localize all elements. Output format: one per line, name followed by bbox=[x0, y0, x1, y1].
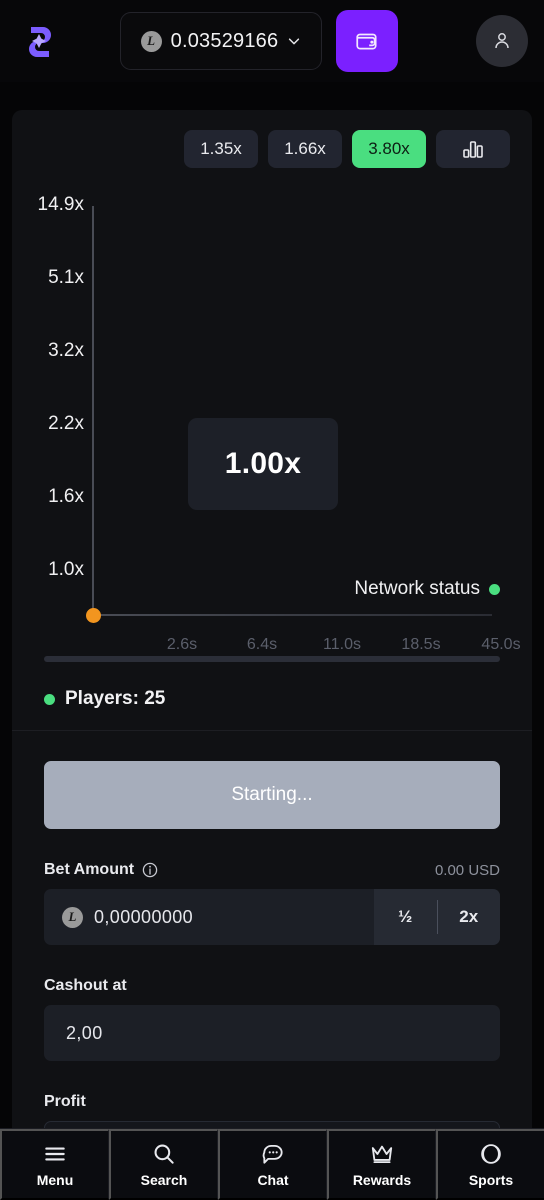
top-bar: L 0.03529166 bbox=[0, 0, 544, 82]
players-indicator-icon bbox=[44, 693, 55, 705]
chevron-down-icon bbox=[289, 38, 300, 45]
bet-form: Starting... Bet Amount 0.00 USD L 0,0000… bbox=[12, 731, 532, 1177]
y-axis-tick-4: 1.6x bbox=[48, 486, 84, 507]
sports-ball-icon bbox=[481, 1144, 501, 1164]
bet-amount-input[interactable]: L 0,00000000 bbox=[44, 889, 374, 945]
network-status: Network status bbox=[354, 578, 500, 600]
crown-icon bbox=[371, 1145, 393, 1164]
cashout-label: Cashout at bbox=[44, 977, 127, 994]
cashout-input[interactable]: 2,00 bbox=[44, 1005, 500, 1061]
game-panel: 1.35x 1.66x 3.80x 14.9x 5.1x 3.2x 2.2x 1… bbox=[12, 110, 532, 730]
cashout-label-row: Cashout at bbox=[44, 977, 500, 995]
stake-s-logo-icon[interactable] bbox=[16, 18, 62, 64]
chat-bubble-icon bbox=[262, 1144, 283, 1164]
litecoin-icon: L bbox=[140, 30, 162, 52]
balance-amount: 0.03529166 bbox=[170, 29, 279, 52]
chart-x-axis bbox=[92, 614, 492, 616]
nav-label-rewards: Rewards bbox=[352, 1172, 412, 1188]
multiplier-chip-3[interactable]: 3.80x bbox=[352, 130, 426, 168]
current-multiplier-display: 1.00x bbox=[188, 418, 338, 510]
bet-amount-label-row: Bet Amount 0.00 USD bbox=[44, 861, 500, 879]
nav-item-search[interactable]: Search bbox=[109, 1129, 218, 1200]
chart-current-point bbox=[86, 608, 101, 623]
profit-label: Profit bbox=[44, 1093, 86, 1110]
network-status-indicator-icon bbox=[489, 583, 500, 595]
bar-chart-icon bbox=[463, 141, 483, 158]
double-bet-button[interactable]: 2x bbox=[438, 889, 501, 945]
x-axis-tick-1: 6.4s bbox=[246, 636, 278, 653]
litecoin-icon: L bbox=[62, 906, 83, 928]
x-axis-tick-3: 18.5s bbox=[401, 636, 441, 653]
y-axis-tick-0: 14.9x bbox=[37, 194, 84, 215]
multiplier-chip-1[interactable]: 1.35x bbox=[184, 130, 258, 168]
x-axis-tick-2: 11.0s bbox=[323, 636, 361, 653]
hamburger-menu-icon bbox=[45, 1147, 65, 1161]
y-axis-tick-1: 5.1x bbox=[48, 267, 84, 288]
bet-amount-value: 0,00000000 bbox=[94, 906, 194, 927]
search-icon bbox=[154, 1144, 174, 1164]
start-bet-button[interactable]: Starting... bbox=[44, 761, 500, 829]
info-icon[interactable] bbox=[142, 862, 158, 878]
current-multiplier-value: 1.00x bbox=[224, 447, 302, 480]
avatar[interactable] bbox=[476, 15, 528, 67]
multiplier-chip-2[interactable]: 1.66x bbox=[268, 130, 342, 168]
round-progress-bar bbox=[44, 656, 500, 662]
crash-chart: 14.9x 5.1x 3.2x 2.2x 1.6x 1.0x 1.00x Net… bbox=[12, 188, 532, 658]
user-avatar-icon bbox=[495, 33, 509, 49]
nav-item-menu[interactable]: Menu bbox=[0, 1129, 109, 1200]
nav-label-search: Search bbox=[140, 1172, 188, 1188]
bottom-navigation: Menu Search Chat Rewards Sports bbox=[0, 1128, 544, 1200]
players-status: Players: 25 bbox=[44, 688, 165, 710]
halve-bet-button[interactable]: ½ bbox=[374, 889, 437, 945]
y-axis-tick-2: 3.2x bbox=[48, 340, 84, 361]
bet-amount-label: Bet Amount bbox=[44, 861, 135, 878]
bet-amount-label-group: Bet Amount bbox=[44, 861, 158, 879]
wallet-icon bbox=[356, 33, 377, 50]
profit-label-row: Profit bbox=[44, 1093, 500, 1111]
wallet-button[interactable] bbox=[336, 10, 398, 72]
players-count-label: Players: 25 bbox=[65, 688, 166, 709]
nav-item-chat[interactable]: Chat bbox=[218, 1129, 327, 1200]
balance-selector[interactable]: L 0.03529166 bbox=[120, 12, 322, 70]
x-axis-tick-0: 2.6s bbox=[166, 636, 198, 653]
chart-y-axis bbox=[92, 206, 94, 616]
nav-label-menu: Menu bbox=[36, 1172, 74, 1188]
x-axis-tick-4: 45.0s bbox=[481, 636, 521, 653]
cashout-value: 2,00 bbox=[66, 1022, 103, 1043]
y-axis-tick-5: 1.0x bbox=[48, 559, 84, 580]
y-axis-tick-3: 2.2x bbox=[48, 413, 84, 434]
bet-amount-field[interactable]: L 0,00000000 ½ 2x bbox=[44, 889, 500, 945]
network-status-label: Network status bbox=[354, 578, 480, 599]
nav-label-sports: Sports bbox=[468, 1172, 514, 1188]
bet-amount-modifiers: ½ 2x bbox=[374, 889, 500, 945]
nav-label-chat: Chat bbox=[257, 1172, 289, 1188]
nav-item-rewards[interactable]: Rewards bbox=[327, 1129, 436, 1200]
bar-chart-toggle-button[interactable] bbox=[436, 130, 510, 168]
recent-multipliers: 1.35x 1.66x 3.80x bbox=[184, 130, 510, 168]
bet-amount-usd: 0.00 USD bbox=[434, 861, 500, 879]
nav-item-sports[interactable]: Sports bbox=[436, 1129, 544, 1200]
